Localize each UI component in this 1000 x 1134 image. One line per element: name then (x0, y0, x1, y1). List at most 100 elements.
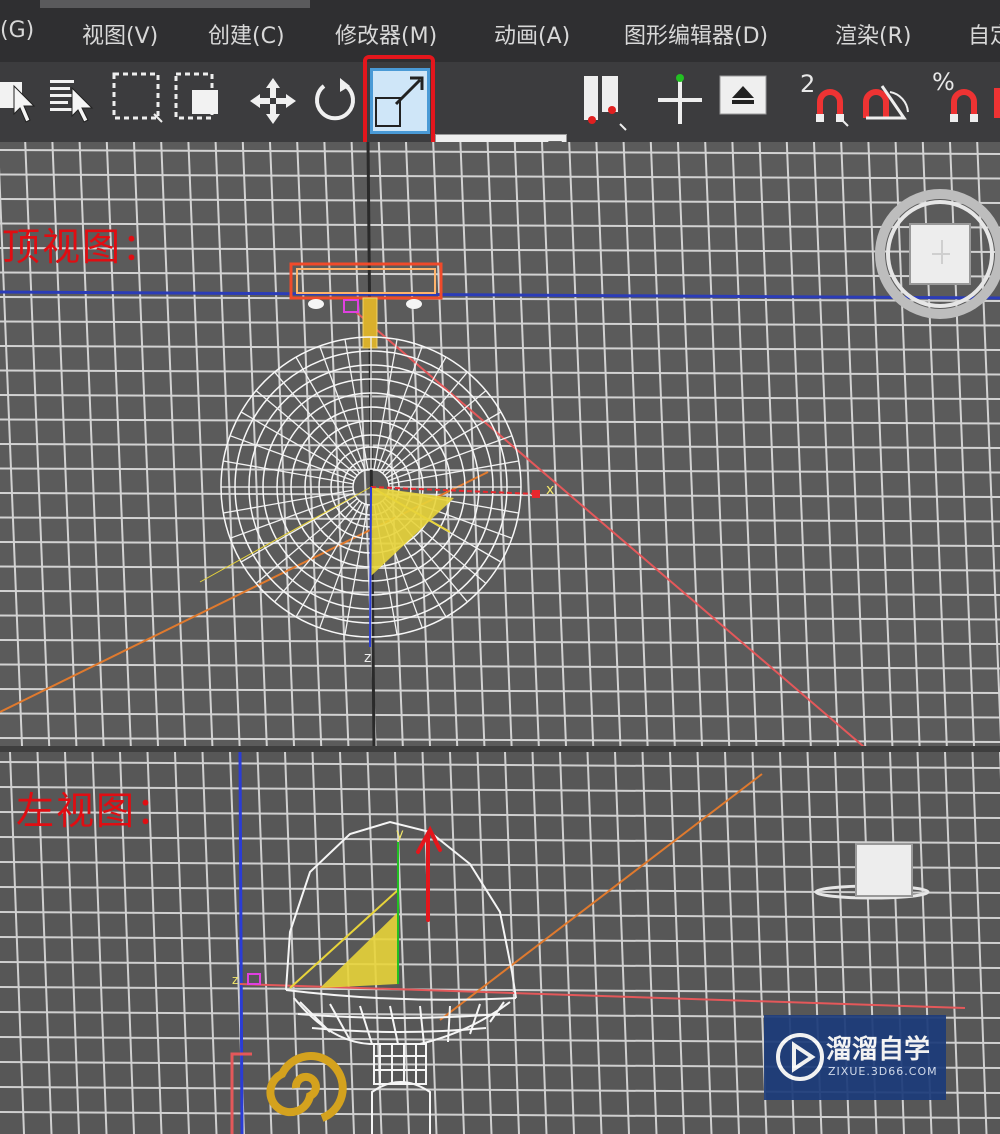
keyboard-shortcut-override-icon[interactable] (718, 74, 770, 118)
grid-line (669, 752, 685, 1134)
grid-line (449, 752, 465, 1134)
snaps-toggle-icon[interactable] (816, 88, 852, 128)
grid-line (256, 752, 273, 1134)
grid-line (724, 752, 740, 1134)
menu-item-rendering[interactable]: 渲染(R) (835, 18, 911, 50)
scale-tool-highlight-frame (363, 55, 435, 149)
lamp-foot-right (406, 299, 422, 309)
pivot-marker (343, 299, 359, 313)
pivot-center-icon[interactable] (580, 70, 630, 132)
angle-snap-toggle-icon[interactable] (860, 68, 916, 128)
grid-line (201, 752, 218, 1134)
watermark-badge: 溜溜自学 ZIXUE.3D66.COM (764, 1015, 946, 1100)
menu-item-views[interactable]: 视图(V) (82, 18, 158, 50)
grid-line (0, 614, 1000, 621)
grid-line (0, 173, 1000, 180)
x-axis-label: x (546, 482, 554, 498)
grid-line (0, 149, 1000, 155)
grid-line (758, 142, 785, 746)
menu-bar-top-strip (40, 0, 310, 8)
lamp-foot-left (308, 299, 324, 309)
grid-line (0, 271, 1000, 278)
wireframe-spoke (384, 390, 487, 476)
menu-item-create[interactable]: 创建(C) (208, 18, 285, 50)
watermark-url: ZIXUE.3D66.COM (828, 1065, 938, 1078)
lamp-stem (362, 297, 378, 349)
grid-line (0, 712, 1000, 719)
left-view-label: 左视图： (16, 789, 177, 833)
grid-line (0, 936, 1000, 944)
swirl-object[interactable] (266, 1052, 347, 1122)
grid-line (0, 861, 1000, 869)
grid-line (813, 142, 839, 746)
y-axis-label: y (396, 827, 404, 842)
rectangular-selection-icon[interactable] (110, 70, 164, 128)
grid-line (0, 663, 1000, 670)
grid-line (622, 142, 649, 746)
world-axis-vertical (238, 752, 244, 1134)
menu-item-customize[interactable]: 自定 (968, 18, 1000, 50)
grid-line (677, 142, 703, 746)
scale-direction-arrow (416, 825, 442, 922)
grid-line (840, 142, 867, 746)
grid-line (0, 1111, 1000, 1119)
grid-line (421, 752, 438, 1134)
watermark-name: 溜溜自学 (826, 1035, 931, 1065)
select-object-icon[interactable] (0, 76, 38, 126)
pivot-marker (247, 973, 261, 985)
grid-line (0, 961, 1000, 969)
grid-line (595, 142, 622, 746)
grid-line (696, 752, 713, 1134)
menu-item-modifiers[interactable]: 修改器(M) (335, 18, 437, 50)
grid-line (704, 142, 731, 746)
menu-item-group[interactable]: (G) (0, 18, 34, 43)
play-logo-icon (776, 1033, 824, 1081)
grid-line (586, 752, 603, 1134)
lamp-base-inner (296, 268, 436, 294)
grid-line (0, 761, 1000, 769)
grid-line (459, 142, 486, 746)
window-crossing-icon[interactable] (172, 70, 222, 126)
menu-bar: (G) 视图(V) 创建(C) 修改器(M) 动画(A) 图形编辑器(D) 渲染… (0, 0, 1000, 64)
grid-line (269, 142, 295, 746)
grid-line (559, 752, 575, 1134)
orange-guide-line (439, 773, 763, 1021)
z-axis-gizmo (369, 486, 372, 648)
grid-line (405, 142, 431, 746)
grid-line (731, 142, 758, 746)
grid-line (0, 418, 1000, 425)
grid-line (0, 639, 1000, 645)
light-cone-gizmo (371, 487, 454, 576)
x-axis-handle (532, 490, 540, 498)
move-tool-icon[interactable] (248, 76, 298, 126)
top-viewport[interactable]: x z 顶视图： (0, 142, 1000, 746)
grid-line (0, 492, 1000, 498)
grid-line (0, 320, 1000, 327)
wireframe-spoke (295, 356, 363, 472)
grid-line (614, 752, 630, 1134)
select-manipulate-icon[interactable] (654, 72, 706, 128)
grid-line (541, 142, 567, 746)
menu-item-animation[interactable]: 动画(A) (494, 18, 570, 50)
wireframe-spoke (274, 500, 360, 603)
grid-line (476, 752, 493, 1134)
main-toolbar: 视图 ▼ 2 % (0, 62, 1000, 168)
grid-line (174, 752, 190, 1134)
percent-snap-toggle-icon[interactable] (950, 88, 990, 128)
grid-line (641, 752, 658, 1134)
viewcube[interactable] (814, 843, 930, 900)
wireframe-spoke (382, 371, 468, 474)
grid-line (785, 142, 812, 746)
grid-line (296, 142, 323, 746)
grid-line (0, 394, 1000, 400)
rotate-tool-icon[interactable] (310, 74, 360, 128)
spinner-snap-icon[interactable] (994, 82, 1000, 122)
menu-item-graph-editors[interactable]: 图形编辑器(D) (624, 18, 768, 50)
snaps-toggle-label: 2 (800, 70, 816, 98)
grid-line (0, 688, 1000, 694)
grid-line (513, 142, 540, 746)
z-axis-label: z (364, 650, 371, 666)
grid-line (323, 142, 350, 746)
select-by-name-icon[interactable] (48, 72, 98, 124)
z-axis-label: z (232, 973, 238, 987)
